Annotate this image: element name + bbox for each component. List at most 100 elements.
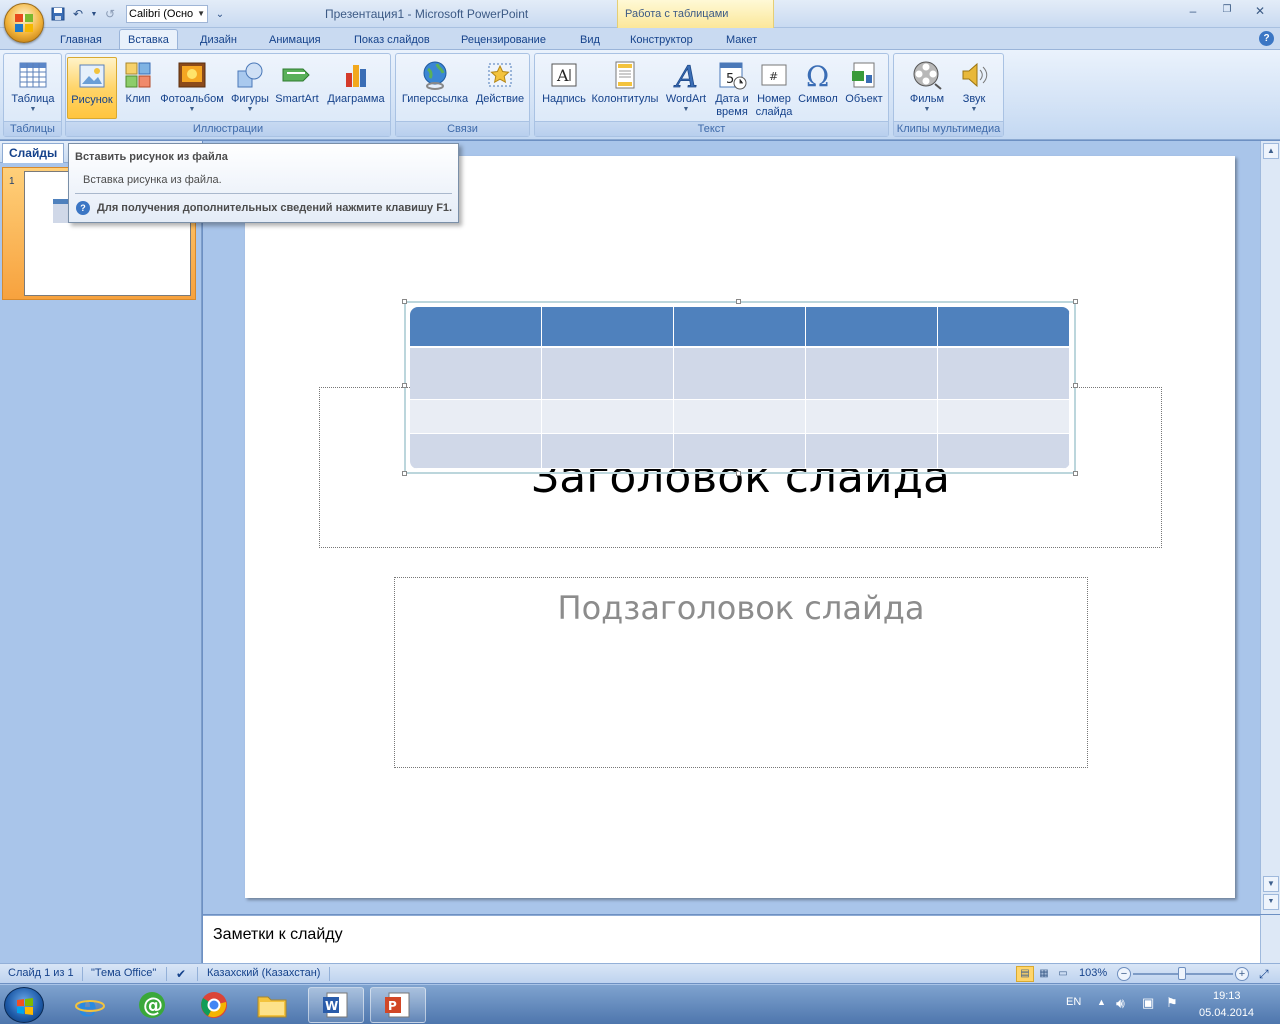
resize-handle[interactable] — [736, 471, 741, 476]
save-icon[interactable] — [50, 6, 66, 22]
language-indicator[interactable]: Казахский (Казахстан) — [207, 967, 320, 979]
slide-table[interactable] — [410, 307, 1070, 469]
clock-date[interactable]: 05.04.2014 — [1199, 1007, 1254, 1019]
redo-icon[interactable]: ↺ — [102, 6, 118, 22]
table-cell[interactable] — [541, 399, 675, 435]
slide-sorter-icon[interactable]: ▦ — [1035, 966, 1053, 982]
smartart-button[interactable]: SmartArt — [273, 57, 321, 119]
powerpoint-taskbar-icon[interactable]: P — [370, 987, 426, 1023]
zoom-out-icon[interactable]: − — [1117, 967, 1131, 981]
action-center-flag-icon[interactable]: ⚑ — [1166, 995, 1178, 1011]
vertical-scrollbar[interactable]: ▲ ▼ ▼ — [1260, 141, 1280, 914]
input-language[interactable]: EN — [1066, 996, 1081, 1008]
zoom-slider-knob[interactable] — [1178, 967, 1186, 980]
word-taskbar-icon[interactable]: W — [308, 987, 364, 1023]
resize-handle[interactable] — [402, 383, 407, 388]
table-cell[interactable] — [541, 347, 675, 400]
scroll-up-icon[interactable]: ▲ — [1263, 143, 1279, 159]
resize-handle[interactable] — [402, 299, 407, 304]
undo-dropdown-icon[interactable]: ▼ — [90, 6, 98, 22]
header-footer-button[interactable]: Колонтитулы — [591, 57, 659, 119]
table-cell[interactable] — [541, 307, 675, 348]
table-button[interactable]: Таблица ▼ — [6, 57, 60, 119]
table-object[interactable] — [402, 299, 1078, 476]
slide-number-button[interactable]: # Номер слайда — [753, 57, 795, 119]
resize-handle[interactable] — [1073, 383, 1078, 388]
picture-button[interactable]: Рисунок — [67, 57, 117, 119]
clock-time[interactable]: 19:13 — [1213, 990, 1241, 1002]
date-time-button[interactable]: 5 Дата и время — [712, 57, 752, 119]
clip-button[interactable]: Клип — [120, 57, 156, 119]
fit-to-window-icon[interactable]: ⤢ — [1259, 967, 1269, 982]
shapes-button[interactable]: Фигуры ▼ — [228, 57, 272, 119]
table-cell[interactable] — [937, 433, 1070, 469]
table-cell[interactable] — [805, 307, 939, 348]
table-cell[interactable] — [805, 347, 939, 400]
notes-scrollbar[interactable] — [1260, 915, 1280, 963]
tab-animation[interactable]: Анимация — [261, 31, 329, 50]
tab-slideshow[interactable]: Показ слайдов — [346, 31, 438, 50]
resize-handle[interactable] — [402, 471, 407, 476]
table-cell[interactable] — [805, 433, 939, 469]
restore-icon[interactable]: ❐ — [1217, 4, 1237, 20]
table-cell[interactable] — [673, 347, 807, 400]
wordart-button[interactable]: A WordArt ▼ — [661, 57, 711, 119]
slideshow-view-icon[interactable]: ▭ — [1054, 966, 1072, 982]
photoalbum-button[interactable]: Фотоальбом ▼ — [158, 57, 226, 119]
chart-button[interactable]: Диаграмма — [323, 57, 389, 119]
font-name-box[interactable]: Calibri (Осно ▼ — [126, 5, 208, 23]
slide-canvas[interactable]: Заголовок слайда Подзаголовок слайда — [245, 156, 1235, 898]
scroll-down-icon[interactable]: ▼ — [1263, 876, 1279, 892]
tab-slides[interactable]: Слайды — [2, 143, 65, 163]
minimize-icon[interactable]: – — [1183, 4, 1203, 20]
symbol-button[interactable]: Ω Символ — [796, 57, 840, 119]
undo-icon[interactable]: ↶ — [70, 6, 86, 22]
resize-handle[interactable] — [736, 299, 741, 304]
table-cell[interactable] — [673, 399, 807, 435]
close-icon[interactable]: ✕ — [1250, 4, 1270, 20]
internet-explorer-icon[interactable]: e — [62, 987, 118, 1023]
tab-table-design[interactable]: Конструктор — [622, 31, 701, 50]
table-cell[interactable] — [937, 399, 1070, 435]
notes-pane[interactable]: Заметки к слайду — [203, 915, 1260, 963]
sound-button[interactable]: Звук ▼ — [954, 57, 994, 119]
file-explorer-icon[interactable] — [244, 987, 300, 1023]
help-icon[interactable]: ? — [1259, 31, 1274, 46]
customize-qat-icon[interactable]: ⌄ — [212, 6, 228, 22]
tab-design[interactable]: Дизайн — [192, 31, 245, 50]
action-button[interactable]: Действие — [473, 57, 527, 119]
start-button[interactable] — [4, 987, 44, 1023]
spellcheck-icon[interactable]: ✔ — [176, 967, 186, 981]
table-cell[interactable] — [410, 307, 543, 348]
table-cell[interactable] — [937, 347, 1070, 400]
next-slide-icon[interactable]: ▼ — [1263, 894, 1279, 910]
tab-layout[interactable]: Макет — [718, 31, 765, 50]
hyperlink-button[interactable]: Гиперссылка — [399, 57, 471, 119]
zoom-level[interactable]: 103% — [1079, 967, 1107, 979]
chrome-icon[interactable] — [186, 987, 242, 1023]
tab-home[interactable]: Главная — [52, 31, 110, 50]
table-cell[interactable] — [410, 347, 543, 400]
volume-icon[interactable]: 🔊︎ — [1116, 995, 1125, 1012]
table-cell[interactable] — [410, 433, 543, 469]
zoom-in-icon[interactable]: + — [1235, 967, 1249, 981]
tab-insert[interactable]: Вставка — [119, 29, 178, 50]
subtitle-placeholder[interactable]: Подзаголовок слайда — [394, 577, 1088, 768]
office-button[interactable] — [4, 3, 44, 43]
tab-view[interactable]: Вид — [572, 31, 608, 50]
object-button[interactable]: Объект — [841, 57, 887, 119]
table-cell[interactable] — [673, 307, 807, 348]
resize-handle[interactable] — [1073, 471, 1078, 476]
tab-review[interactable]: Рецензирование — [453, 31, 554, 50]
mail-agent-icon[interactable]: @ — [124, 987, 180, 1023]
resize-handle[interactable] — [1073, 299, 1078, 304]
table-cell[interactable] — [673, 433, 807, 469]
table-cell[interactable] — [805, 399, 939, 435]
tray-expand-icon[interactable]: ▲ — [1097, 997, 1106, 1007]
movie-button[interactable]: Фильм ▼ — [902, 57, 952, 119]
table-cell[interactable] — [410, 399, 543, 435]
table-cell[interactable] — [541, 433, 675, 469]
network-icon[interactable]: ▣ — [1142, 995, 1154, 1011]
textbox-button[interactable]: A Надпись — [538, 57, 590, 119]
normal-view-icon[interactable]: ▤ — [1016, 966, 1034, 982]
